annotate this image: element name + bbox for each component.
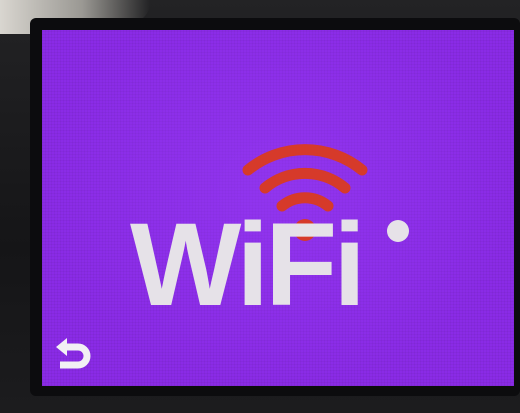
wifi-wordmark: WiFi bbox=[130, 199, 366, 331]
back-arrow-icon bbox=[56, 338, 91, 369]
wifi-logo: WiFi bbox=[130, 126, 420, 326]
display-screen: WiFi bbox=[42, 30, 514, 386]
back-button[interactable] bbox=[50, 330, 94, 374]
device-photo: WiFi bbox=[0, 0, 520, 413]
